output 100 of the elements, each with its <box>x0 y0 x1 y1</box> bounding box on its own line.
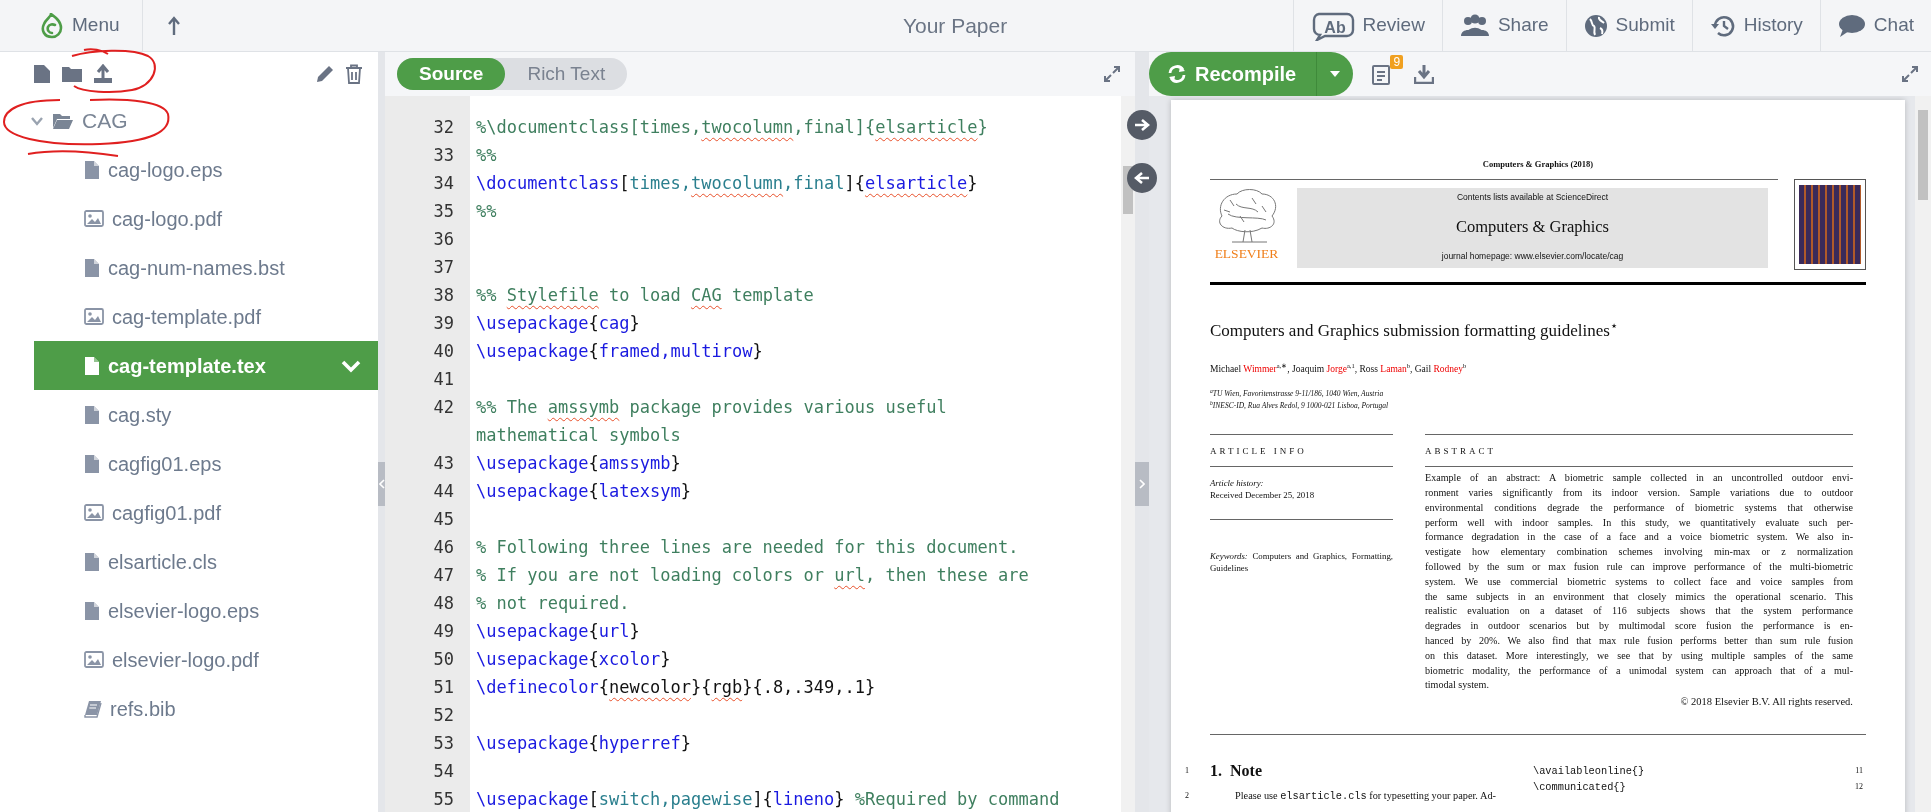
line-number: 52 <box>432 704 455 727</box>
recompile-button[interactable]: Recompile <box>1149 52 1317 96</box>
folder-item[interactable]: CAG <box>0 96 378 145</box>
file-item[interactable]: cag-template.tex <box>34 341 378 390</box>
scrollbar[interactable] <box>1121 96 1135 812</box>
leaf-logo-icon <box>40 12 64 39</box>
expand-icon <box>1902 66 1918 82</box>
copyright-notice: © 2018 Elsevier B.V. All rights reserved. <box>1679 695 1853 710</box>
file-item[interactable]: cagfig01.pdf <box>34 488 378 537</box>
body-text-line: Please use elsarticle.cls for typesetting your paper. Ad- <box>1234 788 1496 804</box>
file-item[interactable]: cag-template.pdf <box>34 292 378 341</box>
line-number: 49 <box>432 620 455 643</box>
resize-handle[interactable] <box>378 462 385 506</box>
toolbar-button[interactable]: Ab Review <box>1292 0 1442 51</box>
image-icon <box>84 308 104 325</box>
code-line: \usepackage[switch,pagewise]{lineno} %Required by command <box>475 788 1061 811</box>
file-name: cag-template.tex <box>108 353 267 379</box>
arrow-right-icon <box>1134 118 1150 132</box>
code-line: \usepackage{amssymb} <box>475 452 682 475</box>
code-line: \usepackage{cag} <box>475 312 641 335</box>
masthead-text: Contents lists available at ScienceDirect <box>1456 191 1609 204</box>
file-item[interactable]: elsarticle.cls <box>34 537 378 586</box>
code-line: \usepackage{latexsym} <box>475 480 692 503</box>
file-name: cag-logo.eps <box>108 157 224 183</box>
code-line: % If you are not loading colors or url, then these are <box>475 564 1030 587</box>
code-line: \definecolor{newcolor}{rgb}{.8,.349,.1} <box>475 676 877 699</box>
review-icon: Ab <box>1310 10 1355 41</box>
pencil-icon <box>315 64 335 84</box>
project-title: Your Paper <box>902 12 1008 39</box>
upload-icon <box>93 64 113 84</box>
resize-handle[interactable] <box>1135 462 1149 506</box>
file-item[interactable]: cag-logo.pdf <box>34 194 378 243</box>
line-number: 11 <box>1855 764 1863 777</box>
line-number: 34 <box>432 172 455 195</box>
document-icon <box>84 404 100 425</box>
toolbar-button[interactable]: Share <box>1441 0 1566 51</box>
line-number: 37 <box>432 256 455 279</box>
file-name: cag-template.pdf <box>112 304 262 330</box>
trash-icon <box>345 64 363 84</box>
mode-tab[interactable]: Source <box>397 58 506 90</box>
code-line: %% <box>475 200 498 223</box>
abstract-text: Example of an abstract: A biometric sample collected in an uncontrolled outdoor envi- ronment varies significantly from its indoor version. Sample variations due to outdoor environmental conditions degrade the performance of biometric systems that otherwise perform well with indoor samples. In this study, we quantitatively evaluate such per- formance degradation in the case of a face and a voice biometric system. We also in- vestigate how elementary combination schemes involving min-max or z normalization followed by the sum or max fusion rule can improve performance of the multi-biometric system. We use commercial biometric systems to collect face and voice samples from the same subjects in an environment that closely mimics the operational scenario. This realistic evaluation on a dataset of 116 subjects shows that the system performance degrades in outdoor scenarios but by multimodal score fusion the performance is en- hanced by 20%. We also find that max rule fusion performs better than sum rule fusion on this dataset. More interestingly, we see that by using multiple samples of the same biometric modality, the performance of a unimodal system can approach that of a mul- timodal system. <box>1425 471 1853 693</box>
line-number: 39 <box>432 312 455 335</box>
line-number: 47 <box>432 564 455 587</box>
book-icon <box>84 699 102 718</box>
document-icon <box>84 257 100 278</box>
toolbar-button[interactable]: History <box>1691 0 1820 51</box>
folder-name: CAG <box>82 107 128 134</box>
speech-bubble-icon <box>1837 13 1866 38</box>
scrollbar[interactable] <box>1915 96 1931 812</box>
body-text-line: \availableonline{} <box>1533 763 1646 779</box>
line-number: 38 <box>432 284 455 307</box>
file-item[interactable]: refs.bib <box>34 684 378 733</box>
toolbar-button[interactable]: Chat <box>1819 0 1931 51</box>
recompile-menu-button[interactable] <box>1316 52 1354 96</box>
line-number: 43 <box>432 452 455 475</box>
toolbar-button[interactable]: Submit <box>1565 0 1692 51</box>
code-line: % Following three lines are needed for this document. <box>475 536 1020 559</box>
code-line: \usepackage{xcolor} <box>475 648 672 671</box>
image-icon <box>84 651 104 668</box>
menu-button[interactable]: Menu <box>0 0 142 51</box>
line-number: 2 <box>1185 789 1190 802</box>
file-item[interactable]: elsevier-logo.pdf <box>34 635 378 684</box>
document-icon <box>84 551 100 572</box>
file-name: elsevier-logo.pdf <box>112 647 260 673</box>
arrow-left-icon <box>1134 171 1150 185</box>
section-title: 1. Note <box>1210 762 1262 778</box>
code-line: %% Stylefile to load CAG template <box>475 284 815 307</box>
log-document-icon <box>1372 63 1391 85</box>
file-name: cagfig01.eps <box>108 451 223 477</box>
file-name: cag-logo.pdf <box>112 206 224 232</box>
chevron-down-icon[interactable] <box>340 358 362 373</box>
document-icon <box>33 64 51 84</box>
up-arrow-icon <box>166 15 181 36</box>
file-item[interactable]: cag-num-names.bst <box>34 243 378 292</box>
mode-tab[interactable]: Rich Text <box>505 58 628 90</box>
file-item[interactable]: cag.sty <box>34 390 378 439</box>
document-icon <box>84 453 100 474</box>
code-line: %% <box>475 144 498 167</box>
file-item[interactable]: cagfig01.eps <box>34 439 378 488</box>
code-line: \usepackage{hyperref} <box>475 732 692 755</box>
scrollbar-thumb[interactable] <box>1918 110 1928 200</box>
file-name: refs.bib <box>110 696 177 722</box>
received-date: Received December 25, 2018 <box>1210 489 1316 502</box>
file-item[interactable]: elsevier-logo.eps <box>34 586 378 635</box>
section-heading: ARTICLE INFO <box>1210 444 1308 458</box>
line-number: 51 <box>432 676 455 699</box>
globe-icon <box>1583 13 1608 38</box>
code-line: \documentclass[times,twocolumn,final]{elsarticle} <box>475 172 979 195</box>
folder-icon <box>61 65 83 83</box>
line-number: 46 <box>432 536 455 559</box>
code-line: % not required. <box>475 592 631 615</box>
line-number: 40 <box>432 340 455 363</box>
file-item[interactable]: cag-logo.eps <box>34 145 378 194</box>
count-badge: 9 <box>1390 55 1404 69</box>
expand-icon <box>1104 66 1120 82</box>
line-number: 55 <box>432 788 455 811</box>
file-name: cag-num-names.bst <box>108 255 286 281</box>
code-line: %\documentclass[times,twocolumn,final]{elsarticle} <box>475 116 989 139</box>
people-icon <box>1459 13 1490 38</box>
